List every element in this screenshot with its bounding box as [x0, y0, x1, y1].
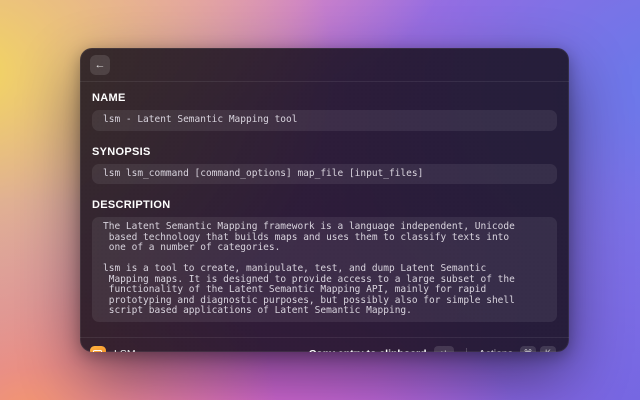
app-label: LSM: [114, 348, 136, 353]
man-page-window: ← NAME lsm - Latent Semantic Mapping too…: [80, 48, 569, 352]
footer-actions: Copy entry to clipboard ↵ Actions ⌘K: [306, 344, 559, 352]
footer-divider: [466, 348, 467, 352]
back-button[interactable]: ←: [90, 55, 110, 75]
name-code-block: lsm - Latent Semantic Mapping tool: [92, 110, 557, 131]
footer-bar: LSM Copy entry to clipboard ↵ Actions ⌘K: [80, 337, 569, 353]
actions-shortcut: ⌘K: [520, 346, 556, 352]
synopsis-code-block: lsm lsm_command [command_options] map_fi…: [92, 164, 557, 185]
actions-label: Actions: [479, 348, 513, 353]
copy-entry-label: Copy entry to clipboard: [309, 348, 427, 353]
section-heading-description: DESCRIPTION: [92, 199, 557, 211]
copy-entry-button[interactable]: Copy entry to clipboard ↵: [306, 344, 457, 352]
k-key-icon: K: [540, 346, 556, 352]
section-heading-synopsis: SYNOPSIS: [92, 146, 557, 158]
section-heading-name: NAME: [92, 92, 557, 104]
man-page-content: NAME lsm - Latent Semantic Mapping tool …: [80, 82, 569, 337]
manual-page-glyph-icon: [93, 350, 102, 353]
actions-menu-button[interactable]: Actions ⌘K: [476, 344, 559, 352]
description-code-block: The Latent Semantic Mapping framework is…: [92, 217, 557, 322]
footer-app-info: LSM: [90, 346, 136, 353]
window-header: ←: [80, 48, 569, 82]
lsm-app-icon: [90, 346, 106, 353]
desktop-background: ← NAME lsm - Latent Semantic Mapping too…: [0, 0, 640, 400]
command-key-icon: ⌘: [520, 346, 536, 352]
enter-key-icon: ↵: [434, 346, 454, 352]
back-arrow-icon: ←: [95, 59, 106, 71]
